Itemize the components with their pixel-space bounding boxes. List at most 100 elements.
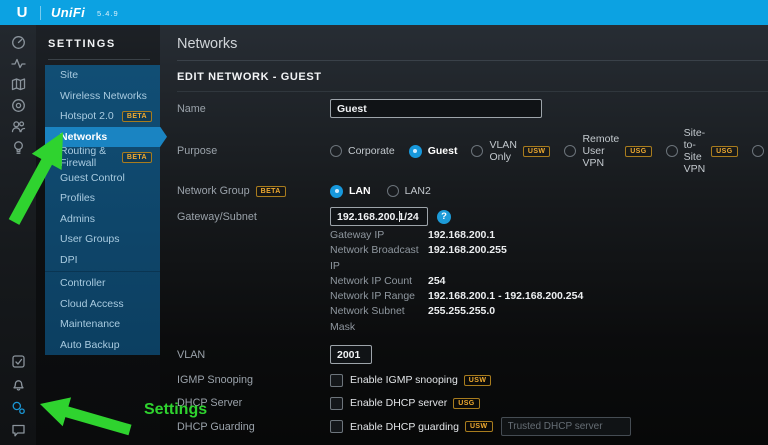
radio-label: Corporate <box>348 145 395 157</box>
sidebar-item-admins[interactable]: Admins <box>45 209 160 230</box>
gateway-input-wrap <box>330 207 428 226</box>
radio-remote-user-vpn[interactable]: Remote User VPN USG <box>564 133 652 169</box>
sidebar-item-label: DPI <box>60 253 78 266</box>
settings-sidebar-title: SETTINGS <box>48 38 116 50</box>
usg-badge: USG <box>625 145 652 157</box>
vlan-label: VLAN <box>177 348 206 361</box>
gateway-subnet-input[interactable] <box>330 207 428 226</box>
ubiquiti-logo-icon[interactable]: U <box>10 4 34 21</box>
sidebar-item-dpi[interactable]: DPI <box>45 250 160 271</box>
sidebar-item-profiles[interactable]: Profiles <box>45 188 160 209</box>
gateway-label: Gateway/Subnet <box>177 210 257 223</box>
dhcp-guarding-row: DHCP Guarding Enable DHCP guarding USW <box>177 417 768 437</box>
info-value: 255.255.255.0 <box>428 305 496 318</box>
settings-sidebar: SETTINGS Site Wireless Networks Hotspot … <box>36 25 160 445</box>
edit-network-form: Name Purpose Corporate Guest VLAN Only US… <box>177 99 768 445</box>
sidebar-item-label: Admins <box>60 212 96 225</box>
statistics-icon[interactable] <box>10 55 26 71</box>
radio-lan2[interactable]: LAN2 <box>386 185 431 197</box>
radio-label: Site-to-Site VPN <box>683 127 706 175</box>
unifi-brand-logo: UniFi <box>51 5 85 20</box>
gateway-row: Gateway/Subnet ? <box>177 207 768 226</box>
sidebar-item-label: User Groups <box>60 233 120 246</box>
radio-label: LAN <box>349 185 371 197</box>
dhcp-server-checkbox[interactable] <box>330 396 343 410</box>
sidebar-item-guest-control[interactable]: Guest Control <box>45 168 160 189</box>
sidebar-item-auto-backup[interactable]: Auto Backup <box>45 335 160 356</box>
trusted-dhcp-server-input[interactable] <box>500 417 631 437</box>
network-group-options: LAN LAN2 <box>330 184 431 198</box>
chat-icon[interactable] <box>10 422 26 438</box>
radio-vlan-only[interactable]: VLAN Only USW <box>471 139 551 163</box>
sidebar-item-label: Networks <box>60 130 108 143</box>
topbar-separator <box>40 5 41 20</box>
clients-icon[interactable] <box>10 118 26 134</box>
settings-title-underline <box>48 59 150 60</box>
text-cursor <box>399 211 400 222</box>
radio-icon <box>564 145 577 157</box>
beta-badge: BETA <box>255 185 286 197</box>
igmp-checkbox-label: Enable IGMP snooping <box>350 374 458 387</box>
purpose-label: Purpose <box>177 145 218 157</box>
beta-badge: BETA <box>121 110 152 122</box>
vlan-input[interactable] <box>330 345 372 365</box>
page-title: Networks <box>177 36 238 52</box>
dashboard-icon[interactable] <box>10 34 26 50</box>
radio-corporate[interactable]: Corporate <box>330 145 395 157</box>
radio-label: Guest <box>427 145 458 157</box>
sidebar-item-maintenance[interactable]: Maintenance <box>45 314 160 335</box>
radio-icon <box>330 145 342 157</box>
radio-selected-icon <box>408 144 422 158</box>
unifi-settings-screen: U UniFi 5.4.9 SETTINGS Site Wireless Net… <box>0 0 768 445</box>
main-content: Networks EDIT NETWORK - GUEST Name Purpo… <box>160 25 768 445</box>
sidebar-item-site[interactable]: Site <box>45 65 160 86</box>
menu-divider <box>45 271 160 272</box>
info-value: 192.168.200.255 <box>428 244 507 257</box>
info-label: Gateway IP <box>330 229 385 241</box>
beta-badge: BETA <box>121 151 152 163</box>
alerts-bell-icon[interactable] <box>10 376 26 392</box>
dhcp-server-row: DHCP Server Enable DHCP server USG <box>177 396 768 410</box>
sidebar-item-routing-firewall[interactable]: Routing & Firewall BETA <box>45 145 160 169</box>
sidebar-item-label: Profiles <box>60 192 96 205</box>
sidebar-item-wireless-networks[interactable]: Wireless Networks <box>45 86 160 107</box>
network-group-label: Network Group BETA <box>177 185 330 197</box>
radio-vpn-client[interactable]: VPN ClientUSG <box>751 139 768 163</box>
name-label: Name <box>177 102 206 115</box>
dhcp-server-checkbox-label: Enable DHCP server <box>350 397 448 410</box>
settings-gear-icon[interactable] <box>10 399 26 415</box>
dhcp-guarding-checkbox[interactable] <box>330 420 343 434</box>
radio-label: VLAN Only <box>489 139 517 163</box>
purpose-options: Corporate Guest VLAN Only USW Remote User… <box>330 127 768 175</box>
label-text: Network Group <box>177 185 250 197</box>
dhcp-guarding-checkbox-label: Enable DHCP guarding <box>350 420 459 433</box>
radio-lan[interactable]: LAN <box>330 184 371 198</box>
sidebar-item-hotspot[interactable]: Hotspot 2.0 BETA <box>45 106 160 127</box>
radio-icon <box>471 145 484 157</box>
devices-icon[interactable] <box>10 97 26 113</box>
sidebar-item-user-groups[interactable]: User Groups <box>45 229 160 250</box>
map-icon[interactable] <box>10 76 26 92</box>
controller-version: 5.4.9 <box>97 9 119 18</box>
sidebar-item-controller[interactable]: Controller <box>45 273 160 294</box>
section-divider <box>177 91 768 92</box>
radio-icon <box>751 145 764 157</box>
info-value: 192.168.200.1 <box>428 229 496 241</box>
vlan-row: VLAN <box>177 345 768 365</box>
radio-site-to-site-vpn[interactable]: Site-to-Site VPN USG <box>665 127 738 175</box>
igmp-checkbox[interactable] <box>330 373 343 387</box>
help-icon[interactable]: ? <box>437 209 451 224</box>
sidebar-item-networks[interactable]: Networks <box>45 127 167 148</box>
settings-menu: Site Wireless Networks Hotspot 2.0 BETA N… <box>45 65 160 355</box>
network-name-input[interactable] <box>330 99 542 118</box>
insights-icon[interactable] <box>10 139 26 155</box>
sidebar-item-cloud-access[interactable]: Cloud Access <box>45 294 160 315</box>
info-label: Network Subnet Mask <box>330 305 405 333</box>
usw-badge: USW <box>522 145 551 157</box>
radio-label: Remote User VPN <box>582 133 620 169</box>
radio-guest[interactable]: Guest <box>408 144 458 158</box>
events-icon[interactable] <box>10 353 26 369</box>
sidebar-item-label: Auto Backup <box>60 338 120 351</box>
usg-badge: USG <box>453 397 480 409</box>
sidebar-item-label: Controller <box>60 277 106 290</box>
